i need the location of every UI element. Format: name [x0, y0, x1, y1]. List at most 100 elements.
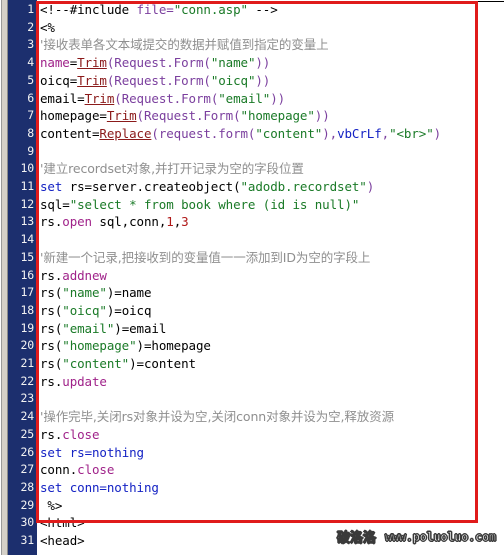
token-plain: =	[99, 108, 107, 124]
line-number-gutter: 1 2 3 4 5 6 7 8 9 10 11 12 13 14 15 16 17 18 19 20 21 22 23 24 2…	[8, 0, 37, 555]
token-cmt: '建立recordset对象,并打开记录为空的字段位置	[40, 161, 304, 177]
line-number: 25	[20, 426, 35, 441]
token-plain: <%	[40, 19, 55, 35]
line-number: 31	[20, 533, 35, 547]
token-punc: ),	[322, 125, 338, 141]
token-func: Trim	[77, 55, 107, 71]
line-number: 17	[20, 285, 35, 300]
token-kw: set	[40, 179, 63, 194]
code-line[interactable]: '接收表单各文本域提交的数据并赋值到指定的变量上	[40, 36, 329, 54]
token-str: "<br>"	[389, 125, 434, 141]
token-str: "email"	[218, 90, 271, 106]
line-number: 16	[20, 267, 35, 282]
code-line[interactable]: name=Trim(Request.Form("name"))	[40, 54, 270, 72]
token-plain: )=content	[129, 356, 196, 371]
line-number: 22	[20, 373, 35, 388]
token-punc: ))	[255, 55, 271, 71]
token-plain: )=oicq	[106, 302, 152, 318]
code-line[interactable]: oicq=Trim(Request.Form("oicq"))	[40, 72, 270, 90]
token-punc: )	[433, 125, 442, 141]
code-line[interactable]: <%	[40, 19, 55, 37]
line-number: 18	[20, 302, 35, 317]
token-str: "select * from book where (id is null)"	[69, 196, 360, 212]
token-punc: ))	[270, 90, 286, 106]
line-number: 28	[20, 479, 35, 494]
code-line[interactable]: <head>	[40, 532, 85, 550]
token-kw: set	[40, 444, 63, 460]
token-punc: (Request.Form(	[114, 90, 219, 106]
token-plain: ,	[173, 214, 182, 230]
token-punc: (Request.Form(	[106, 72, 211, 88]
token-punc: (Request.Form(	[106, 55, 211, 71]
line-number: 10	[20, 161, 35, 176]
code-line[interactable]: '操作完毕,关闭rs对象并设为空,关闭conn对象并设为空,释放资源	[40, 408, 394, 426]
code-line[interactable]: '新建一个记录,把接收到的变量值一一添加到ID为空的字段上	[40, 249, 370, 267]
watermark: 破洛洛 www.poluoluo.com	[336, 527, 497, 547]
code-line[interactable]: rs.addnew	[40, 267, 107, 285]
token-num: 1	[166, 214, 174, 230]
line-number: 13	[20, 214, 35, 229]
line-number: 21	[20, 356, 35, 370]
code-line[interactable]: email=Trim(Request.Form("email"))	[40, 90, 285, 108]
token-plain: homepage	[40, 108, 100, 124]
code-line[interactable]	[40, 390, 47, 408]
watermark-site-url: www.poluoluo.com	[385, 529, 497, 544]
code-line[interactable]: homepage=Trim(Request.Form("homepage"))	[40, 107, 330, 125]
token-cmt: '操作完毕,关闭rs对象并设为空,关闭conn对象并设为空,释放资源	[40, 409, 394, 425]
token-plain: <head>	[40, 533, 85, 548]
token-func: Trim	[84, 90, 115, 106]
code-line[interactable]: rs("email")=email	[40, 320, 166, 338]
code-line[interactable]: conn.close	[40, 461, 114, 479]
token-plain: sql,conn,	[91, 214, 167, 230]
line-number: 6	[27, 90, 34, 105]
code-line[interactable]: rs.close	[40, 426, 100, 444]
code-line[interactable]: set conn=nothing	[40, 479, 159, 497]
code-line[interactable]: rs("name")=name	[40, 284, 152, 302]
token-plain: <html>	[40, 515, 85, 531]
code-line[interactable]: '建立recordset对象,并打开记录为空的字段位置	[40, 160, 304, 178]
code-content-area[interactable]: <!--#include file="conn.asp" --> <% '接收表单各…	[37, 0, 504, 555]
line-number: 3	[27, 37, 34, 52]
token-plain: rs.	[40, 214, 63, 230]
line-number: 8	[27, 125, 34, 140]
watermark-site-name: 破洛洛	[336, 531, 377, 547]
code-line[interactable]: <!--#include file="conn.asp" -->	[40, 1, 278, 19]
line-number: 20	[20, 338, 35, 353]
code-line[interactable]: set rs=server.createobject("adodb.record…	[40, 178, 374, 196]
token-plain: )=email	[114, 320, 167, 336]
code-line[interactable]: content=Replace(request.form("content"),…	[40, 125, 441, 143]
token-str: "content"	[62, 356, 130, 371]
token-str: "name"	[210, 55, 256, 71]
token-str: "content"	[255, 125, 323, 141]
code-line[interactable]: rs("homepage")=homepage	[40, 337, 211, 355]
token-cmt: '接收表单各文本域提交的数据并赋值到指定的变量上	[40, 37, 329, 53]
line-number: 11	[20, 179, 35, 193]
line-number: 23	[20, 391, 35, 406]
code-line[interactable]: rs("oicq")=oicq	[40, 302, 152, 320]
token-meth: close	[62, 426, 100, 442]
code-line[interactable]: %>	[40, 497, 62, 515]
token-plain: sql=	[40, 196, 70, 212]
line-number: 9	[27, 143, 34, 158]
editor-margin-strip	[0, 0, 8, 555]
token-str: "oicq"	[62, 302, 107, 318]
token-plain: conn.	[40, 462, 78, 478]
token-plain: %>	[40, 497, 63, 513]
code-line[interactable]: sql="select * from book where (id is nul…	[40, 196, 359, 214]
token-punc: ))	[314, 108, 330, 124]
line-number: 19	[20, 320, 35, 335]
code-line[interactable]: rs.open sql,conn,1,3	[40, 213, 189, 231]
code-line[interactable]: rs.update	[40, 373, 107, 391]
token-str: "adodb.recordset"	[240, 179, 367, 194]
code-line[interactable]	[40, 143, 47, 161]
line-number: 30	[20, 515, 35, 530]
code-line[interactable]	[40, 231, 47, 249]
token-str: "oicq"	[210, 72, 256, 88]
token-plain: email	[40, 90, 78, 106]
token-punc: ))	[255, 72, 271, 88]
code-line[interactable]: set rs=nothing	[40, 444, 144, 462]
code-line[interactable]: rs("content")=content	[40, 355, 196, 373]
code-line[interactable]: <html>	[40, 514, 85, 532]
token-punc: (request.form(	[151, 125, 256, 141]
